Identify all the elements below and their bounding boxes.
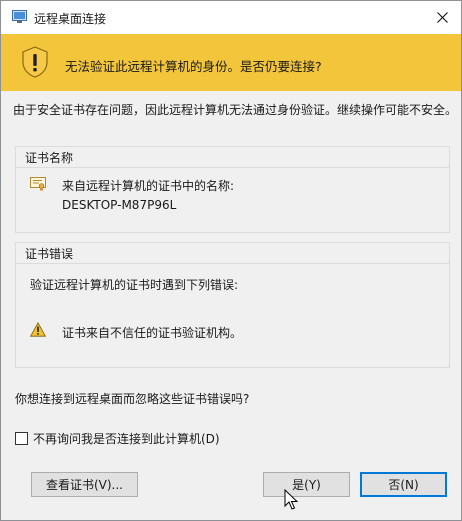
banner-message: 无法验证此远程计算机的身份。是否仍要连接? <box>65 59 322 74</box>
remote-desktop-icon <box>12 10 27 23</box>
certificate-icon <box>30 177 46 191</box>
mouse-cursor-icon <box>284 489 298 510</box>
cert-error-intro: 验证远程计算机的证书时遇到下列错误: <box>30 278 239 292</box>
cert-error-group-label: 证书错误 <box>25 247 74 261</box>
close-button[interactable] <box>423 1 461 34</box>
warning-shield-icon <box>22 46 48 78</box>
warning-icon <box>30 322 46 337</box>
cert-error-group-header: 证书错误 <box>16 243 449 264</box>
intro-text: 由于安全证书存在问题，因此远程计算机无法通过身份验证。继续操作可能不安全。 <box>13 103 458 117</box>
cert-error-message: 证书来自不信任的证书验证机构。 <box>62 326 243 340</box>
view-certificate-button[interactable]: 查看证书(V)... <box>31 472 138 497</box>
yes-button[interactable]: 是(Y) <box>263 472 350 497</box>
cert-name-group-label: 证书名称 <box>25 151 74 165</box>
warning-banner: 无法验证此远程计算机的身份。是否仍要连接? <box>1 34 461 91</box>
rdp-dialog: 远程桌面连接 无法验证此远程计算机的身份。是否仍要连接? 由于安全证书存在问题，… <box>0 0 462 521</box>
cert-error-group: 证书错误 验证远程计算机的证书时遇到下列错误: 证书来自不信任的证书验证机构。 <box>15 242 450 368</box>
dont-ask-checkbox[interactable]: 不再询问我是否连接到此计算机(D) <box>15 430 220 446</box>
cert-name-group-header: 证书名称 <box>16 147 449 168</box>
window-title: 远程桌面连接 <box>34 12 107 26</box>
cert-name-group: 证书名称 来自远程计算机的证书中的名称: DESKTOP-M87P96L <box>15 146 450 233</box>
ignore-errors-question: 你想连接到远程桌面而忽略这些证书错误吗? <box>15 392 250 406</box>
title-bar: 远程桌面连接 <box>1 1 461 34</box>
checkbox-box[interactable] <box>15 431 28 445</box>
cert-name-caption: 来自远程计算机的证书中的名称: <box>62 179 235 193</box>
dont-ask-label[interactable]: 不再询问我是否连接到此计算机(D) <box>33 430 220 447</box>
cert-name-value: DESKTOP-M87P96L <box>62 198 177 212</box>
close-icon <box>436 12 448 23</box>
no-button[interactable]: 否(N) <box>360 472 447 497</box>
